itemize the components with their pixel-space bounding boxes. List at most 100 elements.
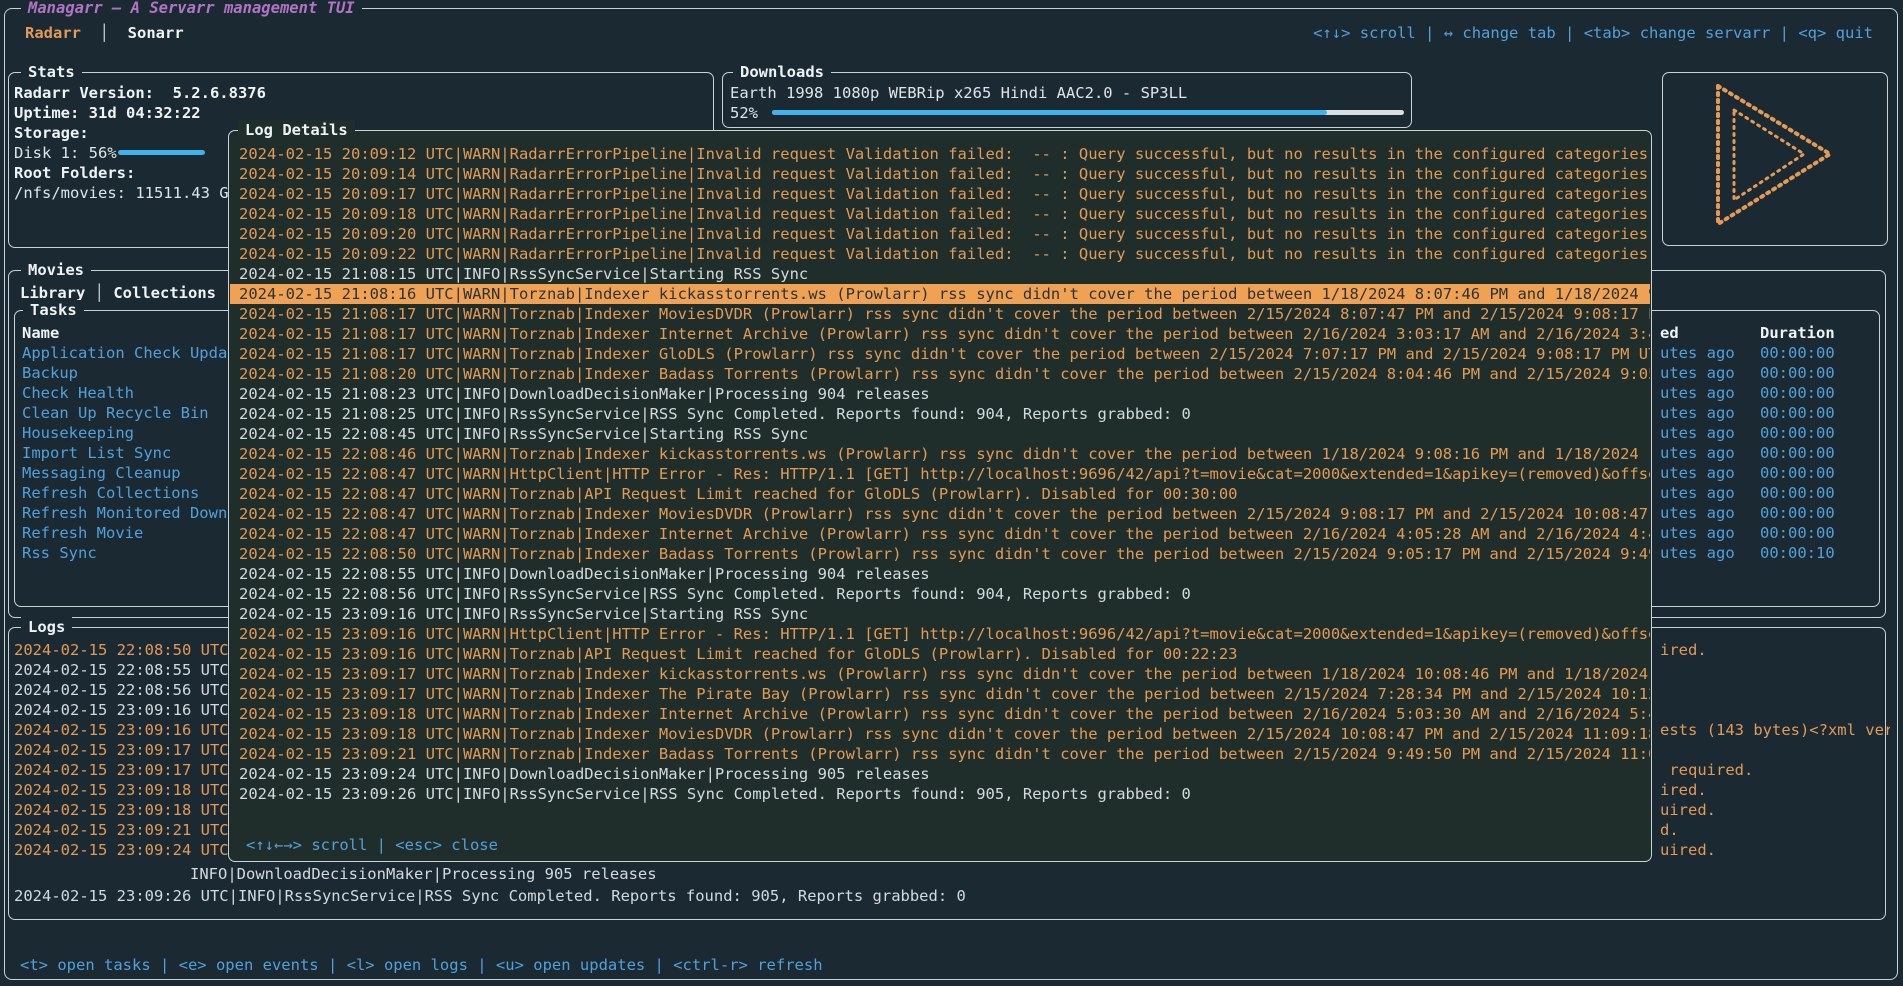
task-duration-value: 00:00:00 — [1760, 403, 1835, 423]
download-progress-fill — [772, 110, 1327, 115]
task-row[interactable]: Housekeeping — [22, 423, 227, 443]
log-details-row[interactable]: 2024-02-15 23:09:26 UTC|INFO|RssSyncServ… — [230, 784, 1650, 804]
download-item-title: Earth 1998 1080p WEBRip x265 Hindi AAC2.… — [730, 83, 1187, 103]
log-details-row[interactable]: 2024-02-15 21:08:16 UTC|WARN|Torznab|Ind… — [230, 284, 1650, 304]
task-last-executed-fragment: utes ago — [1660, 403, 1735, 423]
tab-sonarr[interactable]: Sonarr — [128, 24, 184, 42]
task-row[interactable]: Backup — [22, 363, 227, 383]
log-details-row[interactable]: 2024-02-15 22:08:47 UTC|WARN|Torznab|Ind… — [230, 504, 1650, 524]
modal-keybind-hints: <↑↓←→> scroll | <esc> close — [246, 835, 498, 855]
tab-radarr[interactable]: Radarr — [25, 24, 81, 42]
log-details-row[interactable]: 2024-02-15 21:08:23 UTC|INFO|DownloadDec… — [230, 384, 1650, 404]
stats-uptime: Uptime: 31d 04:32:22 — [14, 103, 201, 123]
log-details-row[interactable]: 2024-02-15 23:09:16 UTC|WARN|HttpClient|… — [230, 624, 1650, 644]
log-details-row[interactable]: 2024-02-15 20:09:22 UTC|WARN|RadarrError… — [230, 244, 1650, 264]
log-details-row[interactable]: 2024-02-15 23:09:17 UTC|WARN|Torznab|Ind… — [230, 664, 1650, 684]
task-last-executed-fragment: utes ago — [1660, 523, 1735, 543]
task-row[interactable]: Refresh Collections — [22, 483, 227, 503]
stats-version: Radarr Version: 5.2.6.8376 — [14, 83, 266, 103]
log-details-modal: Log Details 2024-02-15 20:09:12 UTC|WARN… — [228, 130, 1652, 862]
task-row[interactable]: Refresh Monitored Downl — [22, 503, 227, 523]
download-progress-track — [772, 110, 1404, 115]
log-line-fragment-left: 2024-02-15 22:08:55 UTC — [14, 660, 228, 680]
task-duration-value: 00:00:00 — [1760, 463, 1835, 483]
log-line-fragment-left: 2024-02-15 23:09:21 UTC — [14, 820, 228, 840]
log-details-row[interactable]: 2024-02-15 23:09:21 UTC|WARN|Torznab|Ind… — [230, 744, 1650, 764]
task-last-executed-fragment: utes ago — [1660, 463, 1735, 483]
log-details-row[interactable]: 2024-02-15 22:08:47 UTC|WARN|Torznab|Ind… — [230, 524, 1650, 544]
log-line-fragment-left: 2024-02-15 23:09:16 UTC — [14, 720, 228, 740]
log-details-row[interactable]: 2024-02-15 20:09:17 UTC|WARN|RadarrError… — [230, 184, 1650, 204]
log-line-fragment-right: required. — [1660, 760, 1890, 780]
task-duration-value: 00:00:10 — [1760, 543, 1835, 563]
log-details-row[interactable]: 2024-02-15 22:08:50 UTC|WARN|Torznab|Ind… — [230, 544, 1650, 564]
log-details-row[interactable]: 2024-02-15 21:08:17 UTC|WARN|Torznab|Ind… — [230, 324, 1650, 344]
log-line-bottom-2: 2024-02-15 23:09:26 UTC|INFO|RssSyncServ… — [14, 886, 966, 906]
log-line-fragment-left: 2024-02-15 23:09:24 UTC — [14, 840, 228, 860]
disk-usage-bar — [118, 150, 205, 155]
log-details-row[interactable]: 2024-02-15 21:08:17 UTC|WARN|Torznab|Ind… — [230, 344, 1650, 364]
task-row[interactable]: Application Check Updat — [22, 343, 227, 363]
bottom-keybind-hints: <t> open tasks | <e> open events | <l> o… — [20, 955, 823, 975]
task-duration-value: 00:00:00 — [1760, 443, 1835, 463]
log-details-row[interactable]: 2024-02-15 23:09:18 UTC|WARN|Torznab|Ind… — [230, 724, 1650, 744]
log-details-row[interactable]: 2024-02-15 22:08:55 UTC|INFO|DownloadDec… — [230, 564, 1650, 584]
task-row[interactable]: Import List Sync — [22, 443, 227, 463]
log-details-row[interactable]: 2024-02-15 22:08:46 UTC|WARN|Torznab|Ind… — [230, 444, 1650, 464]
task-row[interactable]: Refresh Movie — [22, 523, 227, 543]
log-details-row[interactable]: 2024-02-15 20:09:12 UTC|WARN|RadarrError… — [230, 144, 1650, 164]
movies-panel-title: Movies — [21, 260, 91, 280]
log-details-row[interactable]: 2024-02-15 23:09:16 UTC|WARN|Torznab|API… — [230, 644, 1650, 664]
log-line-fragment-right: uired. — [1660, 800, 1890, 820]
log-line-fragment-right: ests (143 bytes)<?xml ver — [1660, 720, 1890, 740]
task-last-executed-fragment: utes ago — [1660, 503, 1735, 523]
log-details-row[interactable]: 2024-02-15 21:08:25 UTC|INFO|RssSyncServ… — [230, 404, 1650, 424]
downloads-panel-title: Downloads — [733, 62, 831, 82]
log-details-row[interactable]: 2024-02-15 23:09:24 UTC|INFO|DownloadDec… — [230, 764, 1650, 784]
task-duration-value: 00:00:00 — [1760, 423, 1835, 443]
log-details-row[interactable]: 2024-02-15 22:08:45 UTC|INFO|RssSyncServ… — [230, 424, 1650, 444]
log-details-row[interactable]: 2024-02-15 21:08:15 UTC|INFO|RssSyncServ… — [230, 264, 1650, 284]
managarr-screen: Managarr – A Servarr management TUI <↑↓>… — [0, 0, 1903, 986]
tasks-col-name-header: Name — [22, 323, 59, 343]
servarr-tabs: Radarr │ Sonarr — [25, 23, 184, 43]
task-row[interactable]: Rss Sync — [22, 543, 227, 563]
log-line-fragment-right: ired. — [1660, 640, 1890, 660]
log-details-row[interactable]: 2024-02-15 20:09:14 UTC|WARN|RadarrError… — [230, 164, 1650, 184]
log-details-list: 2024-02-15 20:09:12 UTC|WARN|RadarrError… — [230, 143, 1650, 841]
log-line-fragment-left: 2024-02-15 23:09:17 UTC — [14, 760, 228, 780]
log-details-row[interactable]: 2024-02-15 23:09:18 UTC|WARN|Torznab|Ind… — [230, 704, 1650, 724]
movies-tab-collections[interactable]: Collections — [113, 284, 216, 302]
log-details-row[interactable]: 2024-02-15 21:08:17 UTC|WARN|Torznab|Ind… — [230, 304, 1650, 324]
log-details-row[interactable]: 2024-02-15 22:08:47 UTC|WARN|HttpClient|… — [230, 464, 1650, 484]
app-title: Managarr – A Servarr management TUI — [21, 0, 362, 18]
download-percent-label: 52% — [730, 103, 758, 123]
log-details-title: Log Details — [238, 120, 355, 140]
log-details-row[interactable]: 2024-02-15 22:08:56 UTC|INFO|RssSyncServ… — [230, 584, 1650, 604]
task-last-executed-fragment: utes ago — [1660, 363, 1735, 383]
log-line-fragment-left: 2024-02-15 23:09:18 UTC — [14, 780, 228, 800]
task-row[interactable]: Messaging Cleanup — [22, 463, 227, 483]
log-details-row[interactable]: 2024-02-15 20:09:18 UTC|WARN|RadarrError… — [230, 204, 1650, 224]
play-triangle-icon — [1712, 82, 1838, 232]
stats-disk-line: Disk 1: 56% — [14, 143, 117, 163]
stats-storage-label: Storage: — [14, 123, 89, 143]
stats-rootfolder: /nfs/movies: 11511.43 GB — [14, 183, 238, 203]
stats-panel-title: Stats — [21, 62, 82, 82]
task-duration-value: 00:00:00 — [1760, 483, 1835, 503]
task-row[interactable]: Clean Up Recycle Bin — [22, 403, 227, 423]
log-line-fragment-left: 2024-02-15 23:09:18 UTC — [14, 800, 228, 820]
log-line-fragment-right: ired. — [1660, 780, 1890, 800]
movies-tab-separator-1: │ — [85, 284, 113, 302]
tasks-panel-title: Tasks — [23, 300, 84, 320]
log-details-row[interactable]: 2024-02-15 20:09:20 UTC|WARN|RadarrError… — [230, 224, 1650, 244]
task-last-executed-fragment: utes ago — [1660, 383, 1735, 403]
log-details-row[interactable]: 2024-02-15 22:08:47 UTC|WARN|Torznab|API… — [230, 484, 1650, 504]
top-keybind-hints: <↑↓> scroll | ↔ change tab | <tab> chang… — [1313, 23, 1873, 43]
log-details-row[interactable]: 2024-02-15 23:09:16 UTC|INFO|RssSyncServ… — [230, 604, 1650, 624]
log-line-bottom-1: INFO|DownloadDecisionMaker|Processing 90… — [190, 864, 657, 884]
log-details-row[interactable]: 2024-02-15 21:08:20 UTC|WARN|Torznab|Ind… — [230, 364, 1650, 384]
log-line-fragment-right: uired. — [1660, 840, 1890, 860]
task-row[interactable]: Check Health — [22, 383, 227, 403]
log-details-row[interactable]: 2024-02-15 23:09:17 UTC|WARN|Torznab|Ind… — [230, 684, 1650, 704]
